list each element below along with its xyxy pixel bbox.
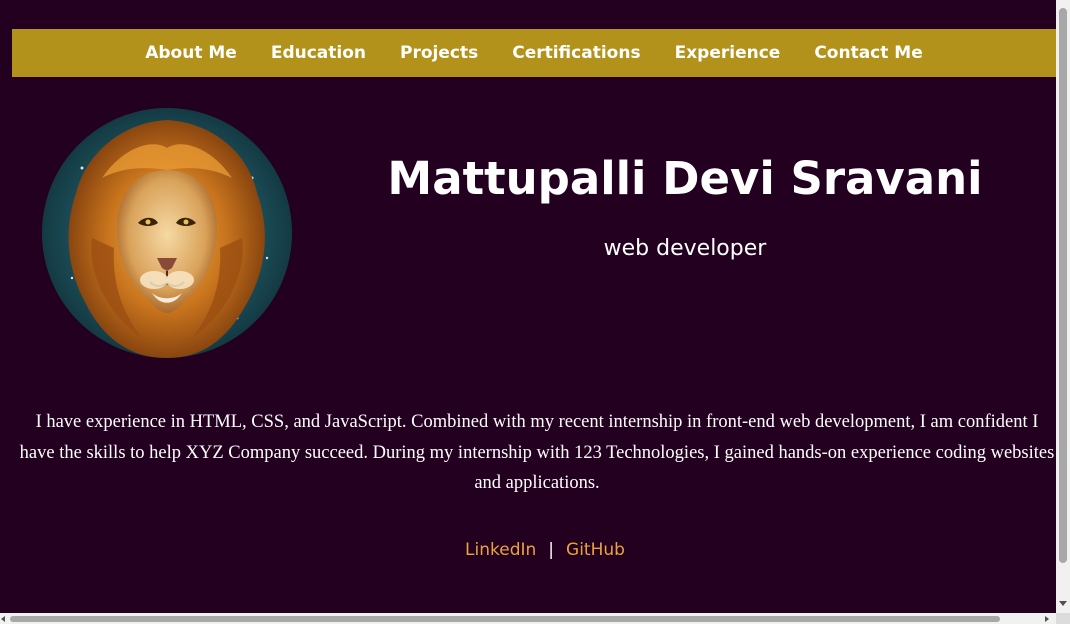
profile-avatar xyxy=(42,108,292,358)
scroll-left-arrow-icon[interactable] xyxy=(1,616,5,622)
lion-avatar-icon xyxy=(42,108,292,358)
nav-item-experience: Experience xyxy=(658,43,798,63)
horizontal-scrollbar-thumb[interactable] xyxy=(10,616,1000,622)
vertical-scrollbar-thumb[interactable] xyxy=(1059,8,1067,563)
nav-item-projects: Projects xyxy=(383,43,495,63)
nav-item-contact: Contact Me xyxy=(797,43,939,63)
nav-link-projects[interactable]: Projects xyxy=(383,43,495,63)
navbar: About Me Education Projects Certificatio… xyxy=(12,29,1056,77)
nav-link-about-me[interactable]: About Me xyxy=(128,43,254,63)
nav-link-contact-me[interactable]: Contact Me xyxy=(797,43,939,63)
nav-link-experience[interactable]: Experience xyxy=(658,43,798,63)
horizontal-scrollbar[interactable] xyxy=(0,613,1056,624)
linkedin-link[interactable]: LinkedIn xyxy=(465,540,536,560)
page: About Me Education Projects Certificatio… xyxy=(0,0,1056,613)
nav-list: About Me Education Projects Certificatio… xyxy=(128,43,940,63)
profile-role: web developer xyxy=(603,236,767,261)
nav-item-certifications: Certifications xyxy=(495,43,657,63)
social-links: LinkedIn | GitHub xyxy=(0,540,1056,560)
scrollbar-corner xyxy=(1056,613,1070,624)
about-bio: I have experience in HTML, CSS, and Java… xyxy=(19,412,1055,493)
nav-link-education[interactable]: Education xyxy=(254,43,383,63)
github-link[interactable]: GitHub xyxy=(566,540,625,560)
nav-item-education: Education xyxy=(254,43,383,63)
profile-name: Mattupalli Devi Sravani xyxy=(387,152,983,205)
vertical-scrollbar[interactable] xyxy=(1056,0,1070,613)
scroll-down-arrow-icon[interactable] xyxy=(1059,601,1067,606)
nav-item-about: About Me xyxy=(128,43,254,63)
link-separator: | xyxy=(548,540,555,560)
scroll-right-arrow-icon[interactable] xyxy=(1045,616,1049,622)
nav-link-certifications[interactable]: Certifications xyxy=(495,43,657,63)
